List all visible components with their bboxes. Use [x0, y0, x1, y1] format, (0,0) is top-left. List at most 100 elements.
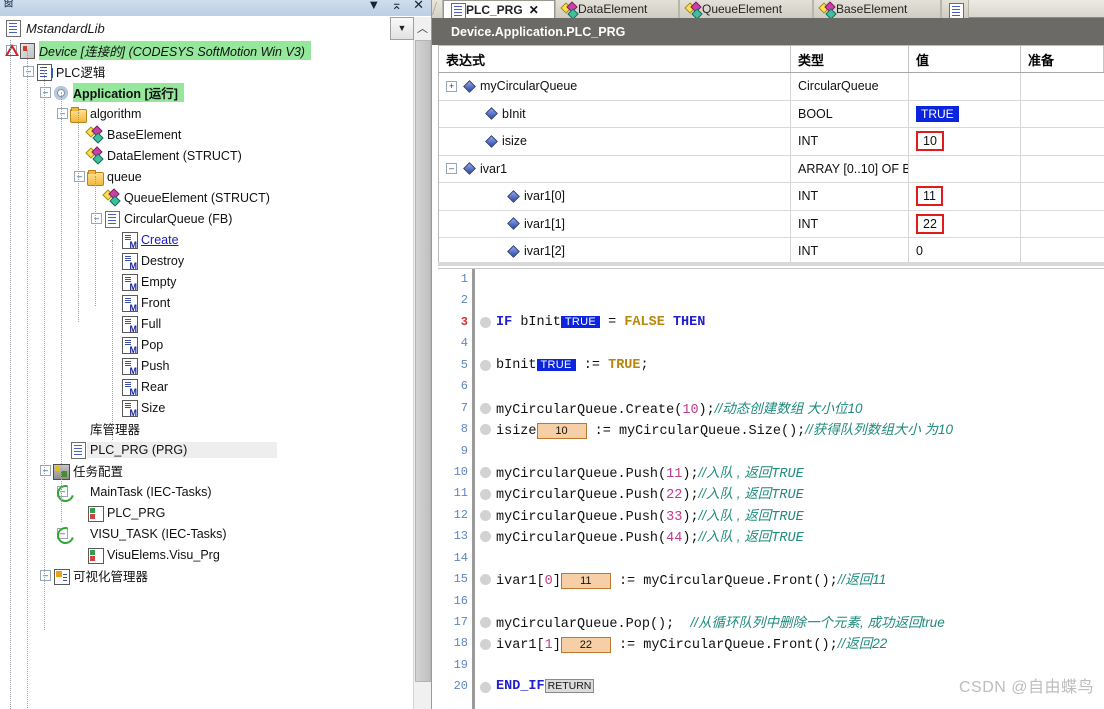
editor-tab-queueelement[interactable]: QueueElement: [679, 0, 813, 18]
watch-table-row[interactable]: + myCircularQueue CircularQueue: [439, 73, 1104, 101]
tree-node[interactable]: – Device [连接的] (CODESYS SoftMotion Win V3…: [0, 40, 414, 61]
panel-pin-icon[interactable]: ⌅: [391, 0, 402, 11]
watch-column-header[interactable]: 类型: [791, 46, 909, 72]
tree-node[interactable]: PLC_PRG (PRG): [0, 439, 414, 460]
watch-table-row[interactable]: – ivar1 ARRAY [0..10] OF B...: [439, 155, 1104, 183]
breakpoint-slot[interactable]: [475, 269, 496, 290]
code-line[interactable]: myCircularQueue.Push(44);//入队 , 返回TRUE: [496, 526, 1104, 547]
project-tree[interactable]: – Device [连接的] (CODESYS SoftMotion Win V3…: [0, 40, 414, 709]
editor-tabstrip[interactable]: PLC_PRG ✕ DataElement QueueElement BaseEleme…: [432, 0, 1104, 18]
breakpoint-column[interactable]: [475, 269, 496, 709]
scrollbar-thumb[interactable]: [415, 40, 431, 682]
tree-node[interactable]: Pop: [0, 334, 414, 355]
tree-node[interactable]: – Application [运行]: [0, 82, 414, 103]
watch-prepared-cell[interactable]: [1021, 128, 1104, 155]
tree-node[interactable]: Full: [0, 313, 414, 334]
tree-expander-icon[interactable]: –: [74, 171, 85, 182]
breakpoint-slot[interactable]: [475, 441, 496, 462]
tree-expander-icon[interactable]: –: [40, 87, 51, 98]
tree-node[interactable]: – algorithm: [0, 103, 414, 124]
editor-tab-dataelement[interactable]: DataElement: [555, 0, 679, 18]
breakpoint-marker[interactable]: [475, 355, 496, 376]
code-line[interactable]: [496, 548, 1104, 569]
code-text-area[interactable]: IF bInit TRUE = FALSE THEN bInit TRUE := T…: [496, 269, 1104, 709]
tree-node[interactable]: Rear: [0, 376, 414, 397]
tree-node[interactable]: – PLC逻辑: [0, 61, 414, 82]
code-line[interactable]: ivar1[1] 22 := myCircularQueue.Front();//…: [496, 633, 1104, 654]
breakpoint-marker[interactable]: [475, 612, 496, 633]
breakpoint-marker[interactable]: [475, 676, 496, 697]
watch-prepared-cell[interactable]: [1021, 211, 1104, 238]
code-line[interactable]: myCircularQueue.Pop(); //从循环队列中删除一个元素, 成…: [496, 612, 1104, 633]
code-line[interactable]: [496, 333, 1104, 354]
breakpoint-marker[interactable]: [475, 419, 496, 440]
watch-table-row[interactable]: ivar1[1] INT 22: [439, 210, 1104, 238]
code-line[interactable]: IF bInit TRUE = FALSE THEN: [496, 312, 1104, 333]
breakpoint-slot[interactable]: [475, 655, 496, 676]
tree-node[interactable]: – 可视化管理器: [0, 565, 414, 586]
watch-prepared-cell[interactable]: [1021, 101, 1104, 128]
tree-node[interactable]: – queue: [0, 166, 414, 187]
tree-expander-icon[interactable]: –: [91, 213, 102, 224]
tree-expander-icon[interactable]: –: [40, 570, 51, 581]
panel-dropdown-icon[interactable]: ▼: [367, 0, 380, 11]
breakpoint-marker[interactable]: [475, 312, 496, 333]
tree-node[interactable]: VisuElems.Visu_Prg: [0, 544, 414, 565]
tree-node[interactable]: QueueElement (STRUCT): [0, 187, 414, 208]
breakpoint-marker[interactable]: [475, 462, 496, 483]
editor-tab-plc_prg[interactable]: PLC_PRG ✕: [443, 0, 555, 18]
tree-dropdown-button[interactable]: ▼: [390, 16, 414, 40]
breakpoint-slot[interactable]: [475, 333, 496, 354]
tree-node[interactable]: DataElement (STRUCT): [0, 145, 414, 166]
tree-node[interactable]: Size: [0, 397, 414, 418]
watch-value-cell[interactable]: TRUE: [909, 100, 1021, 127]
code-line[interactable]: bInit TRUE := TRUE;: [496, 355, 1104, 376]
editor-tab-baseelement[interactable]: BaseElement: [813, 0, 941, 18]
code-line[interactable]: myCircularQueue.Push(33);//入队 , 返回TRUE: [496, 505, 1104, 526]
tree-node[interactable]: Create: [0, 229, 414, 250]
code-line[interactable]: [496, 441, 1104, 462]
watch-variables-table[interactable]: 表达式 类型值准备 + myCircularQueue CircularQueue bIn…: [438, 45, 1104, 264]
watch-expression-cell[interactable]: ivar1[0]: [439, 183, 791, 210]
watch-table-row[interactable]: bInit BOOL TRUE: [439, 100, 1104, 128]
tree-expander-icon[interactable]: –: [57, 108, 68, 119]
code-line[interactable]: myCircularQueue.Push(22);//入队 , 返回TRUE: [496, 483, 1104, 504]
tree-node[interactable]: Front: [0, 292, 414, 313]
watch-value-cell[interactable]: [909, 73, 1021, 100]
watch-value-cell[interactable]: 11: [909, 183, 1021, 210]
watch-prepared-cell[interactable]: [1021, 156, 1104, 183]
breakpoint-marker[interactable]: [475, 483, 496, 504]
code-line[interactable]: ivar1[0] 11 := myCircularQueue.Front();//…: [496, 569, 1104, 590]
breakpoint-marker[interactable]: [475, 526, 496, 547]
watch-prepared-cell[interactable]: [1021, 73, 1104, 100]
st-code-editor[interactable]: 1 2 3 4 5 6 7 8 9 10 11 12 13 14 15 16 17 18 19 20 IF bInit…: [438, 268, 1104, 709]
watch-value-cell[interactable]: 22: [909, 210, 1021, 237]
tree-node[interactable]: Push: [0, 355, 414, 376]
breakpoint-slot[interactable]: [475, 548, 496, 569]
tree-node[interactable]: – VISU_TASK (IEC-Tasks): [0, 523, 414, 547]
breakpoint-marker[interactable]: [475, 505, 496, 526]
watch-table-row[interactable]: isize INT 10: [439, 128, 1104, 156]
watch-expander-icon[interactable]: +: [446, 80, 457, 92]
watch-column-header[interactable]: 准备: [1021, 46, 1104, 72]
watch-expression-cell[interactable]: – ivar1: [439, 155, 791, 182]
code-line[interactable]: [496, 290, 1104, 311]
breakpoint-marker[interactable]: [475, 398, 496, 419]
breakpoint-slot[interactable]: [475, 290, 496, 311]
code-line[interactable]: isize 10 := myCircularQueue.Size();//获得队列…: [496, 419, 1104, 440]
watch-column-header[interactable]: 表达式: [439, 46, 791, 72]
editor-tab-extra[interactable]: [941, 0, 969, 18]
breakpoint-slot[interactable]: [475, 376, 496, 397]
tree-node[interactable]: BaseElement: [0, 124, 414, 145]
code-line[interactable]: myCircularQueue.Create(10);//动态创建数组 大小位1…: [496, 398, 1104, 419]
watch-expression-cell[interactable]: ivar1[1]: [439, 210, 791, 237]
tree-node[interactable]: PLC_PRG: [0, 502, 414, 523]
watch-table-row[interactable]: ivar1[2] INT 0: [439, 238, 1104, 263]
watch-value-cell[interactable]: [909, 155, 1021, 182]
watch-expander-icon[interactable]: –: [446, 163, 457, 175]
tree-node[interactable]: – CircularQueue (FB): [0, 208, 414, 229]
tree-vertical-scrollbar[interactable]: [413, 40, 431, 709]
tree-node[interactable]: – MainTask (IEC-Tasks): [0, 481, 414, 505]
code-line[interactable]: [496, 591, 1104, 612]
breakpoint-slot[interactable]: [475, 591, 496, 612]
